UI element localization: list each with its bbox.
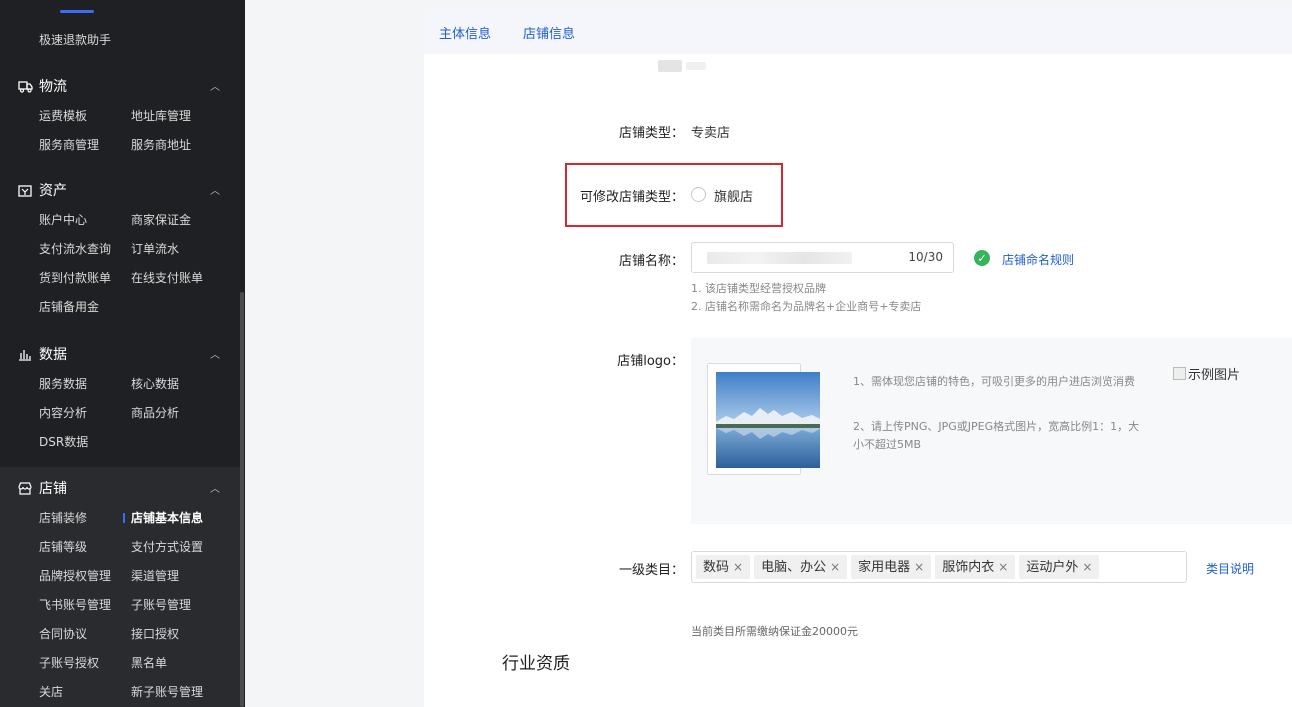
flagship-option-label[interactable]: 旗舰店 [714,186,753,205]
naming-rules-link[interactable]: 店铺命名规则 [1002,251,1074,268]
category-tag: 运动户外 × [1019,555,1100,579]
sidebar-item[interactable]: DSR数据 [39,433,88,450]
close-icon[interactable]: × [1082,560,1092,574]
tag-label: 运动户外 [1026,560,1079,575]
sidebar-item[interactable]: 运费模板 [39,107,87,124]
close-icon[interactable]: × [733,560,743,574]
chevron-up-icon[interactable]: ︿ [210,182,220,197]
flagship-radio[interactable] [691,187,706,202]
sidebar-section-bg [0,467,240,707]
sidebar-section-store[interactable]: 店铺 [17,478,67,498]
store-name-input[interactable]: 10/30 [691,242,954,273]
sidebar-item[interactable]: 合同协议 [39,625,87,642]
sidebar-section-assets[interactable]: 资产 [17,180,67,200]
store-type-value: 专卖店 [691,126,731,141]
sidebar-item[interactable]: 服务商地址 [131,136,191,153]
tab-entity-info[interactable]: 主体信息 [439,23,491,42]
info-tabs: 主体信息 店铺信息 [424,10,1292,54]
truck-icon [17,78,33,94]
industry-qualification-title: 行业资质 [502,654,570,674]
tag-label: 数码 [703,560,730,575]
tag-label: 家用电器 [858,560,911,575]
sidebar-item[interactable]: 子账号授权 [39,654,99,671]
sidebar-item[interactable]: 服务数据 [39,375,87,392]
deposit-hint: 当前类目所需缴纳保证金20000元 [691,625,858,638]
close-icon[interactable]: × [914,560,924,574]
wallet-icon [17,182,33,198]
sidebar-item[interactable]: 店铺等级 [39,538,87,555]
tab-store-info[interactable]: 店铺信息 [523,23,575,42]
chevron-up-icon[interactable]: ︿ [210,480,220,495]
sidebar-section-title: 店铺 [39,481,67,497]
store-icon [17,480,33,496]
tag-label: 服饰内衣 [942,560,995,575]
category-tag: 数码 × [696,555,751,579]
blurred-store-name [707,252,852,264]
sidebar-item[interactable]: 商家保证金 [131,211,191,228]
name-hint-2: 2. 店铺名称需命名为品牌名+企业商号+专卖店 [691,300,922,313]
bar-chart-icon [17,346,33,362]
sidebar-item-store-basic-info[interactable]: 店铺基本信息 [131,509,203,526]
sidebar-item[interactable]: 货到付款账单 [39,269,111,286]
sidebar-item[interactable]: 核心数据 [131,375,179,392]
chevron-up-icon[interactable]: ︿ [210,78,220,93]
sidebar-scrollbar[interactable] [240,292,244,707]
sidebar-item[interactable]: 子账号管理 [131,596,191,613]
sidebar: 极速退款助手 物流 ︿ 运费模板 地址库管理 服务商管理 服务商地址 资产 ︿ … [0,0,245,707]
sidebar-item[interactable]: 服务商管理 [39,136,99,153]
blurred-content [686,62,706,70]
sidebar-item[interactable]: 内容分析 [39,404,87,421]
close-icon[interactable]: × [998,560,1008,574]
sidebar-section-title: 物流 [39,79,67,95]
sidebar-item-fast-refund[interactable]: 极速退款助手 [39,31,111,48]
chevron-up-icon[interactable]: ︿ [210,346,220,361]
close-icon[interactable]: × [830,560,840,574]
sample-image[interactable]: 示例图片 [1173,364,1240,383]
sidebar-item[interactable]: 店铺备用金 [39,298,99,315]
sidebar-section-title: 资产 [39,183,67,199]
sidebar-item[interactable]: 地址库管理 [131,107,191,124]
category-tag: 电脑、办公 × [754,555,848,579]
sidebar-item[interactable]: 黑名单 [131,654,167,671]
sidebar-item[interactable]: 订单流水 [131,240,179,257]
sidebar-item[interactable]: 支付方式设置 [131,538,203,555]
sidebar-item[interactable]: 接口授权 [131,625,179,642]
category-tag: 服饰内衣 × [935,555,1016,579]
broken-image-icon [1173,367,1186,380]
sidebar-section-data[interactable]: 数据 [17,344,67,364]
sidebar-item[interactable]: 在线支付账单 [131,269,203,286]
logo-image [716,372,820,468]
logo-hint-1: 1、需体现您店铺的特色，可吸引更多的用户进店浏览消费 [853,375,1135,388]
category-select[interactable]: 数码 × 电脑、办公 × 家用电器 × 服饰内衣 × 运动户外 × [691,551,1187,583]
category-tag: 家用电器 × [851,555,932,579]
logo-upload-area: 1、需体现您店铺的特色，可吸引更多的用户进店浏览消费 2、请上传PNG、JPG或… [691,338,1292,524]
sidebar-item[interactable]: 支付流水查询 [39,240,111,257]
changeable-type-label: 可修改店铺类型： [579,190,684,205]
logo-label: 店铺logo： [617,354,684,369]
store-type-label: 店铺类型： [618,126,684,141]
active-indicator [123,513,125,523]
sidebar-item[interactable]: 店铺装修 [39,509,87,526]
sidebar-item[interactable]: 账户中心 [39,211,87,228]
sidebar-item[interactable]: 渠道管理 [131,567,179,584]
logo-hint-2: 2、请上传PNG、JPG或JPEG格式图片，宽高比例1：1，大小不超过5MB [853,420,1140,451]
char-counter: 10/30 [908,250,943,264]
sidebar-section-title: 数据 [39,347,67,363]
logo-thumbnail[interactable] [707,363,820,475]
sidebar-item[interactable]: 商品分析 [131,404,179,421]
sidebar-item[interactable]: 飞书账号管理 [39,596,111,613]
sidebar-top-indicator [60,10,94,13]
check-circle-icon: ✓ [974,250,990,266]
store-name-label: 店铺名称： [618,254,684,269]
tag-label: 电脑、办公 [761,560,827,575]
sidebar-item[interactable]: 关店 [39,683,63,700]
category-info-link[interactable]: 类目说明 [1206,560,1254,577]
sidebar-item[interactable]: 新子账号管理 [131,683,203,700]
sample-image-alt: 示例图片 [1188,368,1241,383]
category-label: 一级类目： [618,563,684,578]
name-hint-1: 1. 该店铺类型经营授权品牌 [691,282,826,295]
blurred-content [658,60,682,72]
sidebar-item[interactable]: 品牌授权管理 [39,567,111,584]
sidebar-section-logistics[interactable]: 物流 [17,76,67,96]
